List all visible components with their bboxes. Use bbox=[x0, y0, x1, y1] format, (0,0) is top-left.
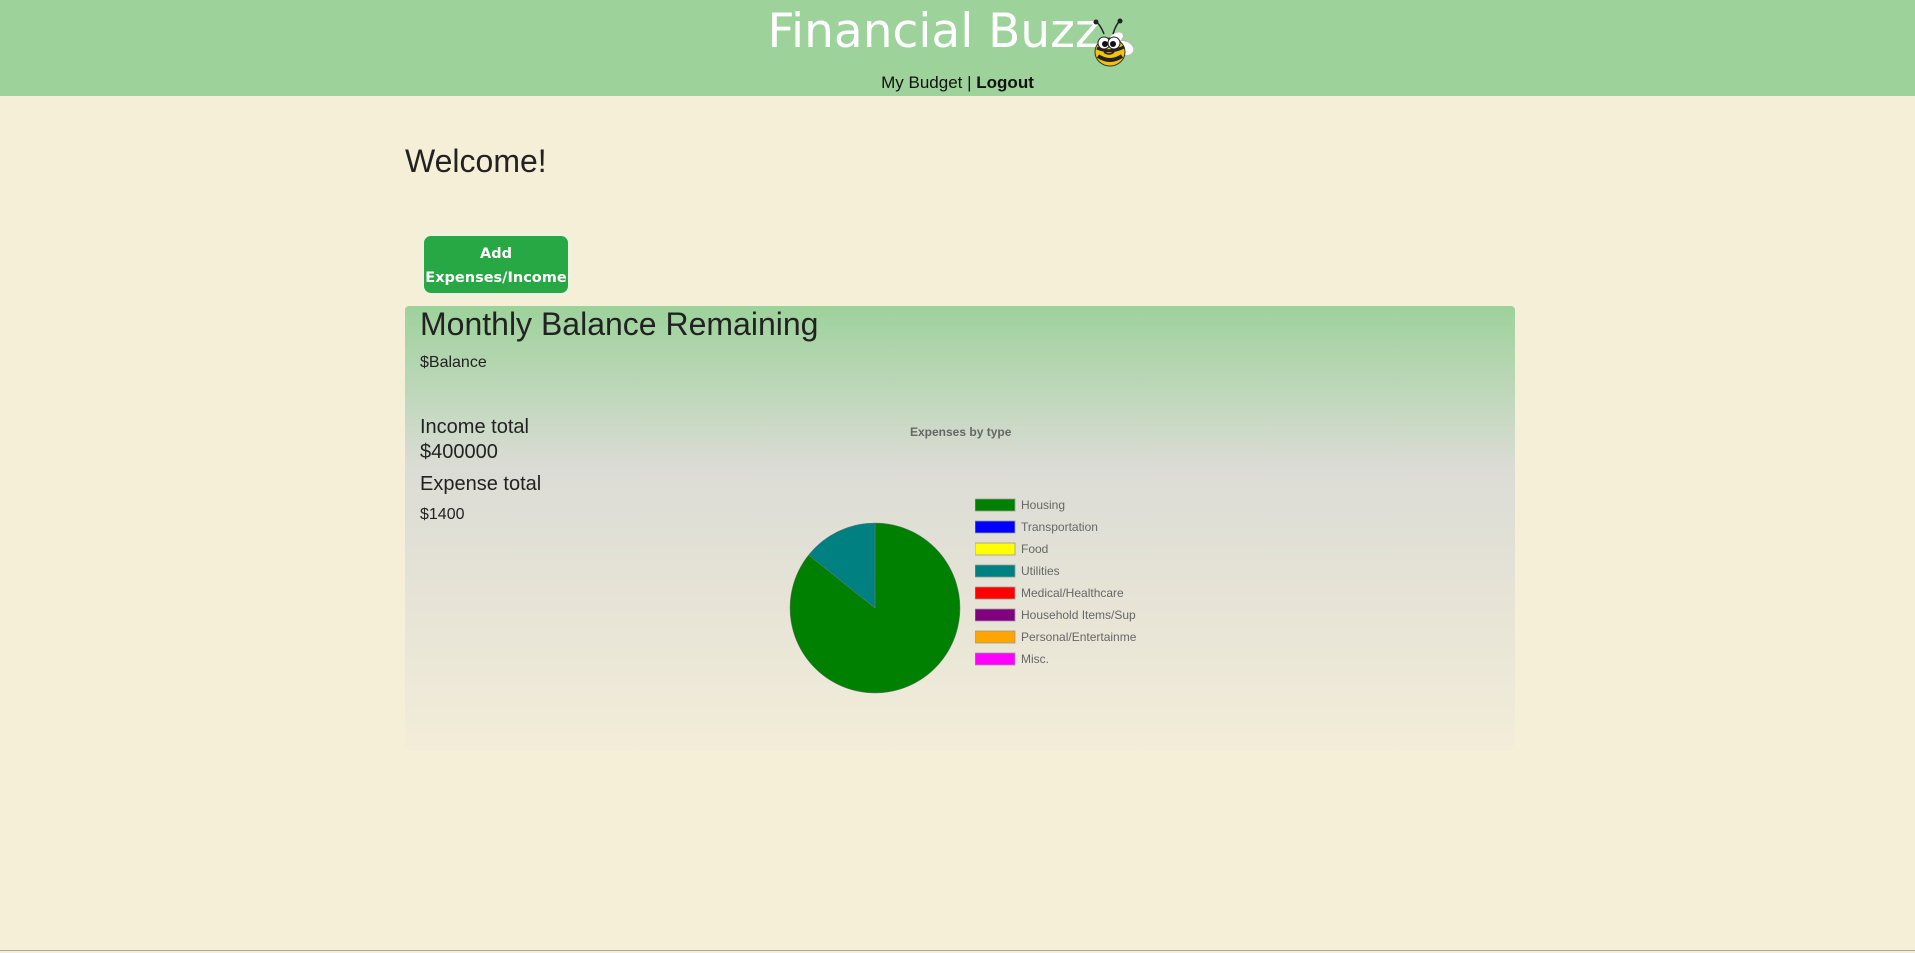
expense-total-label: Expense total bbox=[420, 473, 542, 495]
bottom-divider bbox=[0, 950, 1915, 951]
legend-label: Misc. bbox=[1021, 652, 1049, 666]
nav-separator: | bbox=[967, 73, 972, 92]
welcome-heading: Welcome! bbox=[405, 143, 547, 179]
expense-total-value: $1400 bbox=[420, 506, 465, 523]
nav-logout-link[interactable]: Logout bbox=[976, 73, 1034, 92]
balance-panel: Monthly Balance Remaining $Balance Incom… bbox=[405, 306, 1515, 750]
legend-label: Housing bbox=[1021, 498, 1065, 512]
brand-title: Financial Buzz bbox=[0, 4, 1915, 59]
legend-swatch bbox=[975, 586, 1016, 600]
balance-value: $Balance bbox=[420, 354, 487, 371]
chart-legend: Housing Transportation Food Utilities Medica… bbox=[975, 498, 1137, 666]
legend-label: Utilities bbox=[1021, 564, 1060, 578]
panel-title: Monthly Balance Remaining bbox=[420, 306, 819, 342]
legend-swatch bbox=[975, 498, 1016, 512]
legend-label: Transportation bbox=[1021, 520, 1098, 534]
bee-logo-icon bbox=[1093, 18, 1135, 67]
legend-swatch bbox=[975, 652, 1016, 666]
nav-my-budget-link[interactable]: My Budget bbox=[881, 73, 962, 92]
add-expenses-income-button[interactable]: Add Expenses/Income bbox=[421, 233, 571, 296]
legend-swatch bbox=[975, 520, 1016, 534]
legend-label: Household Items/Sup bbox=[1021, 608, 1136, 622]
top-nav: My Budget | Logout bbox=[0, 73, 1915, 93]
brand-text: Financial Buzz bbox=[767, 4, 1100, 59]
legend-label: Personal/Entertainme bbox=[1021, 630, 1137, 644]
expenses-pie-chart: Housing Transportation Food Utilities Medica… bbox=[789, 498, 1137, 694]
legend-label: Food bbox=[1021, 542, 1048, 556]
legend-swatch bbox=[975, 564, 1016, 578]
legend-swatch bbox=[975, 608, 1016, 622]
legend-swatch bbox=[975, 542, 1016, 556]
chart-title: Expenses by type bbox=[910, 425, 1012, 439]
legend-swatch bbox=[975, 630, 1016, 644]
legend-label: Medical/Healthcare bbox=[1021, 586, 1124, 600]
app-header: Financial Buzz My Budget | Logout bbox=[0, 0, 1915, 96]
income-total-value: $400000 bbox=[420, 441, 498, 463]
income-total-label: Income total bbox=[420, 416, 529, 438]
